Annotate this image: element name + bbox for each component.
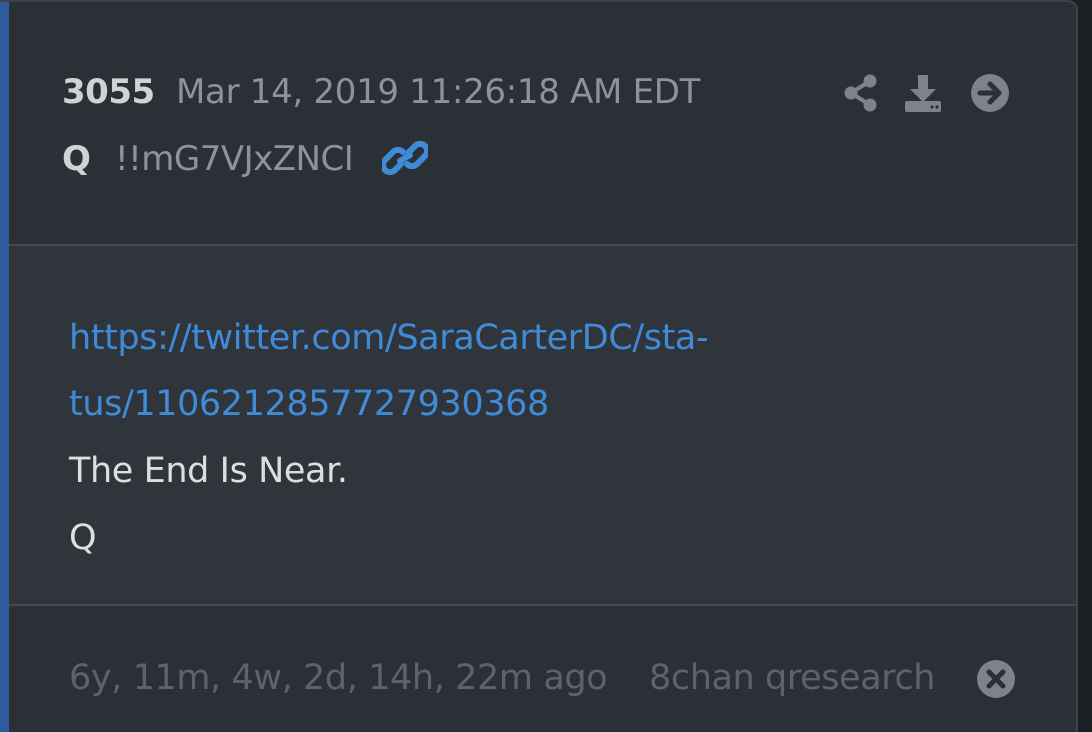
post-header: 3055 Mar 14, 2019 11:26:18 AM EDT Q !!mG… (9, 2, 1076, 246)
post-number: 3055 (62, 72, 155, 112)
close-circle-icon[interactable] (975, 658, 1017, 700)
twitter-link-line-1[interactable]: https://twitter.com/SaraCarterDC/sta- (69, 318, 709, 358)
post-date: Mar 14, 2019 11:26:18 AM EDT (176, 72, 701, 112)
download-icon[interactable] (902, 72, 944, 114)
tripcode: !!mG7VJxZNCI (115, 139, 354, 179)
post-age: 6y, 11m, 4w, 2d, 14h, 22m ago (69, 658, 608, 698)
post-text-line: The End Is Near. (69, 451, 348, 491)
post-source: 8chan qresearch (649, 658, 936, 698)
author-name: Q (62, 139, 91, 179)
post-signature: Q (69, 518, 97, 558)
twitter-link-line-2[interactable]: tus/1106212857727930368 (69, 384, 549, 424)
post-footer: 6y, 11m, 4w, 2d, 14h, 22m ago 8chan qres… (9, 606, 1076, 732)
accent-bar (0, 2, 9, 732)
post-body: https://twitter.com/SaraCarterDC/sta- tu… (9, 246, 1076, 606)
arrow-circle-right-icon[interactable] (969, 72, 1011, 114)
post-card: 3055 Mar 14, 2019 11:26:18 AM EDT Q !!mG… (0, 0, 1078, 732)
share-icon[interactable] (840, 72, 882, 114)
link-icon[interactable] (379, 138, 431, 178)
